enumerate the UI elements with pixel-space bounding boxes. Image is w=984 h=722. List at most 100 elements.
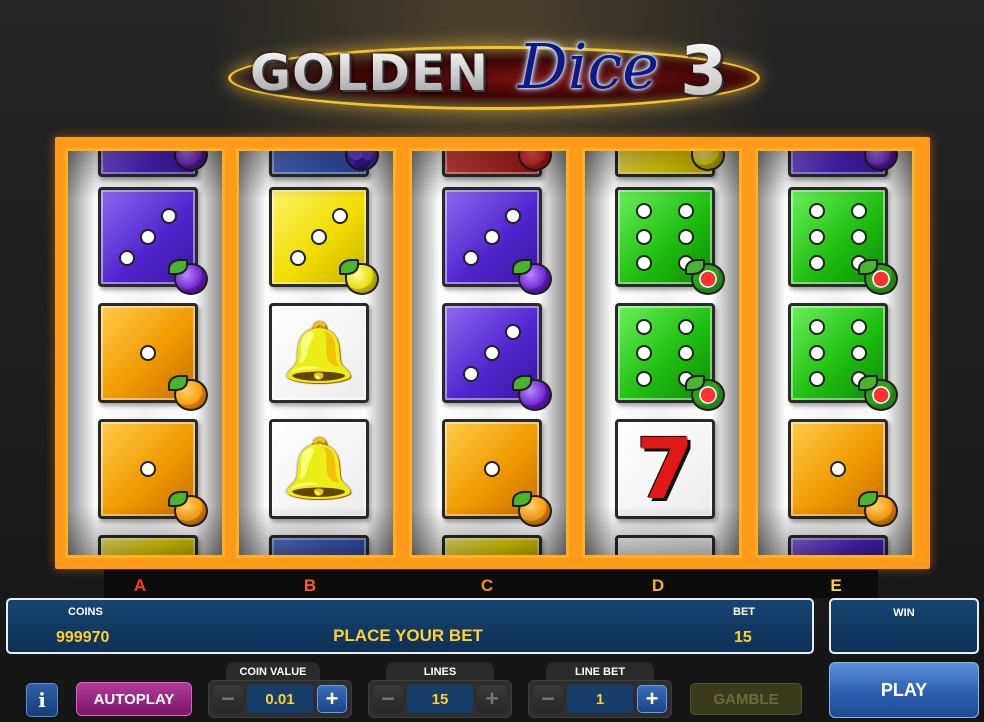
reel-a [65,148,225,558]
seven-symbol: 7 [615,419,715,519]
line-bet-decrease-button[interactable]: − [533,685,563,713]
gamble-button[interactable]: GAMBLE [690,683,802,715]
reel-letters-bar: A B C D E [104,570,878,598]
coins-value: 999970 [56,629,110,646]
line-bet-stepper: − 1 + [528,680,672,718]
die-pip [677,345,694,361]
plum-icon [512,259,552,295]
die-symbol [615,303,725,411]
line-bet-label: LINE BET [546,662,654,682]
reel-letter-e: E [830,576,842,595]
die-pip [636,318,653,335]
reel-b: 🔔 🔔 [236,148,396,558]
die-pip [504,324,521,341]
pear-icon [339,259,379,295]
die-face [269,535,369,555]
status-message: PLACE YOUR BET [333,626,483,645]
die-pip [636,202,653,219]
die-face [788,535,888,555]
bet-value: 15 [734,629,752,646]
die-symbol [269,187,379,295]
coin-value-decrease-button[interactable]: − [213,685,243,713]
coin-value-display: 0.01 [247,685,313,713]
win-panel: WIN [829,598,979,654]
die-symbol [788,419,898,527]
line-bet-increase-button[interactable]: + [637,685,667,713]
play-button[interactable]: PLAY [829,662,979,718]
die-pip [636,255,653,272]
reel-letter-c: C [480,576,494,595]
win-label: WIN [893,607,915,619]
plum-icon [512,375,552,411]
die-pip [850,229,867,245]
plum-icon [168,259,208,295]
die-pip [636,229,653,245]
die-symbol [98,419,208,527]
die-pip [636,371,653,388]
seven-tile: 7 [615,419,715,519]
bell-symbol: 🔔 [269,419,369,519]
die-pip [484,461,500,477]
coin-value-label: COIN VALUE [226,662,320,682]
die-pip [290,249,307,266]
logo-golden-text: GOLDEN [250,44,489,102]
lines-decrease-button[interactable]: − [373,685,403,713]
die-pip [677,202,694,219]
lines-display: 15 [407,685,473,713]
coin-value-stepper: − 0.01 + [208,680,352,718]
die-symbol [788,151,898,177]
die-symbol [269,151,379,177]
melon-icon [685,375,725,411]
bet-label: BET [733,606,755,618]
die-pip [809,371,826,388]
lines-increase-button[interactable]: + [477,685,507,713]
seven-icon: 7 [635,420,695,518]
die-pip [463,249,480,266]
die-pip [677,229,694,245]
reel-letter-d: D [651,576,665,595]
die-pip [504,208,521,225]
die-pip [809,229,826,245]
die-symbol [442,535,542,555]
coins-label: COINS [68,606,103,618]
die-symbol [615,151,725,177]
die-face [442,535,542,555]
die-pip [677,318,694,335]
logo-number-text: 3 [680,32,728,111]
die-pip [809,202,826,219]
melon-icon [858,375,898,411]
die-pip [830,461,846,477]
die-symbol [788,535,888,555]
coin-value-increase-button[interactable]: + [317,685,347,713]
reel-letter-b: B [303,576,317,595]
die-pip [119,249,136,266]
die-pip [809,318,826,335]
die-pip [160,208,177,225]
die-symbol [98,187,208,295]
lines-label: LINES [386,662,494,682]
reel-c [409,148,569,558]
die-pip [484,345,500,361]
die-pip [809,345,826,361]
bell-symbol: 🔔 [269,303,369,403]
die-symbol [98,535,198,555]
die-pip [140,345,156,361]
info-panel: COINS 999970 PLACE YOUR BET BET 15 [6,598,814,654]
melon-icon [858,259,898,295]
reel-letter-a: A [133,576,147,595]
seven-symbol [615,535,715,555]
die-pip [140,461,156,477]
die-pip [331,208,348,225]
die-symbol [442,303,552,411]
orange-icon [858,491,898,527]
die-face [98,535,198,555]
die-symbol [615,187,725,295]
info-button[interactable]: i [26,683,58,717]
autoplay-button[interactable]: AUTOPLAY [76,682,192,716]
die-pip [636,345,653,361]
die-symbol [788,303,898,411]
bell-icon: 🔔 [282,320,356,385]
die-symbol [269,535,369,555]
reel-e [755,148,915,558]
seven-tile [615,535,715,555]
